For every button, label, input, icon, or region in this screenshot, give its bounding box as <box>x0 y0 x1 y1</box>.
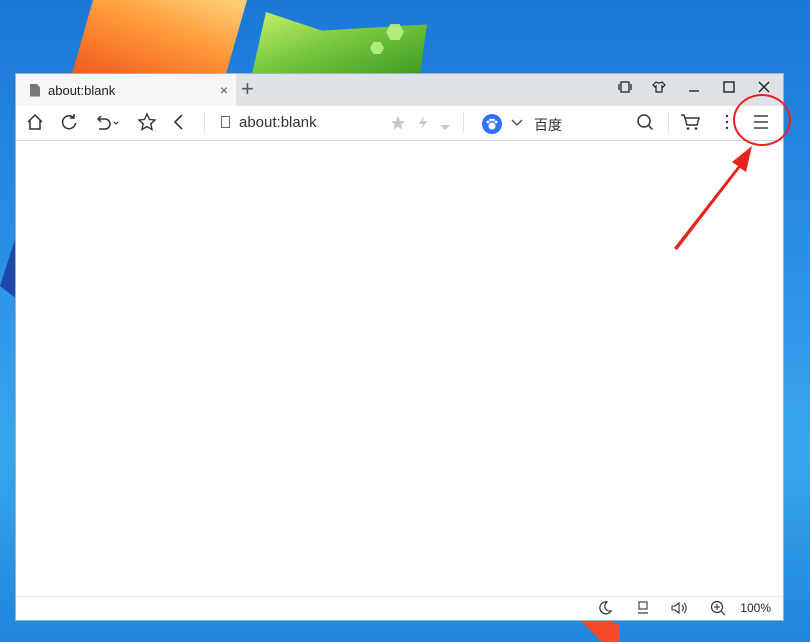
zoom-in-icon[interactable] <box>710 600 726 621</box>
cart-icon[interactable] <box>680 112 702 137</box>
favorite-icon[interactable] <box>137 112 157 137</box>
download-icon[interactable] <box>637 601 649 620</box>
bookmark-star-icon[interactable] <box>390 115 406 136</box>
search-engine-chevron-down-icon[interactable] <box>511 116 523 134</box>
tab-title: about:blank <box>48 82 116 98</box>
refresh-icon[interactable] <box>59 112 79 137</box>
back-icon[interactable] <box>170 112 186 137</box>
pointer-arrow <box>674 146 752 250</box>
home-icon[interactable] <box>25 112 45 137</box>
status-bar: 100% <box>16 596 783 620</box>
minimize-icon[interactable] <box>688 80 700 97</box>
sound-icon[interactable] <box>671 601 689 620</box>
lightning-icon[interactable] <box>417 115 429 136</box>
wallpaper-green-shape <box>252 12 427 74</box>
more-dots-icon[interactable] <box>724 112 730 137</box>
undo-icon[interactable] <box>94 112 122 137</box>
wallpaper-orange-shape <box>72 0 247 74</box>
night-mode-icon[interactable] <box>598 601 613 620</box>
toolbar: about:blank 百度 <box>16 106 783 141</box>
toolbar-divider <box>668 112 669 134</box>
search-engine-label: 百度 <box>534 117 562 133</box>
mirror-icon[interactable] <box>618 80 632 97</box>
address-page-icon <box>221 116 230 128</box>
baidu-paw-icon[interactable] <box>482 114 502 134</box>
skin-icon[interactable] <box>652 80 666 97</box>
toolbar-divider <box>463 112 464 134</box>
maximize-icon[interactable] <box>723 80 735 97</box>
page-icon <box>30 83 40 97</box>
search-icon[interactable] <box>636 112 654 137</box>
highlight-circle <box>733 94 791 146</box>
toolbar-divider <box>204 112 205 134</box>
tab-bar: about:blank × + <box>16 74 783 106</box>
address-dropdown-icon[interactable] <box>440 119 450 137</box>
zoom-level[interactable]: 100% <box>740 601 771 615</box>
tab-about-blank[interactable]: about:blank × <box>16 74 236 106</box>
address-bar[interactable]: about:blank <box>239 114 317 131</box>
tab-close-icon[interactable]: × <box>220 82 228 98</box>
new-tab-button[interactable]: + <box>241 77 254 101</box>
